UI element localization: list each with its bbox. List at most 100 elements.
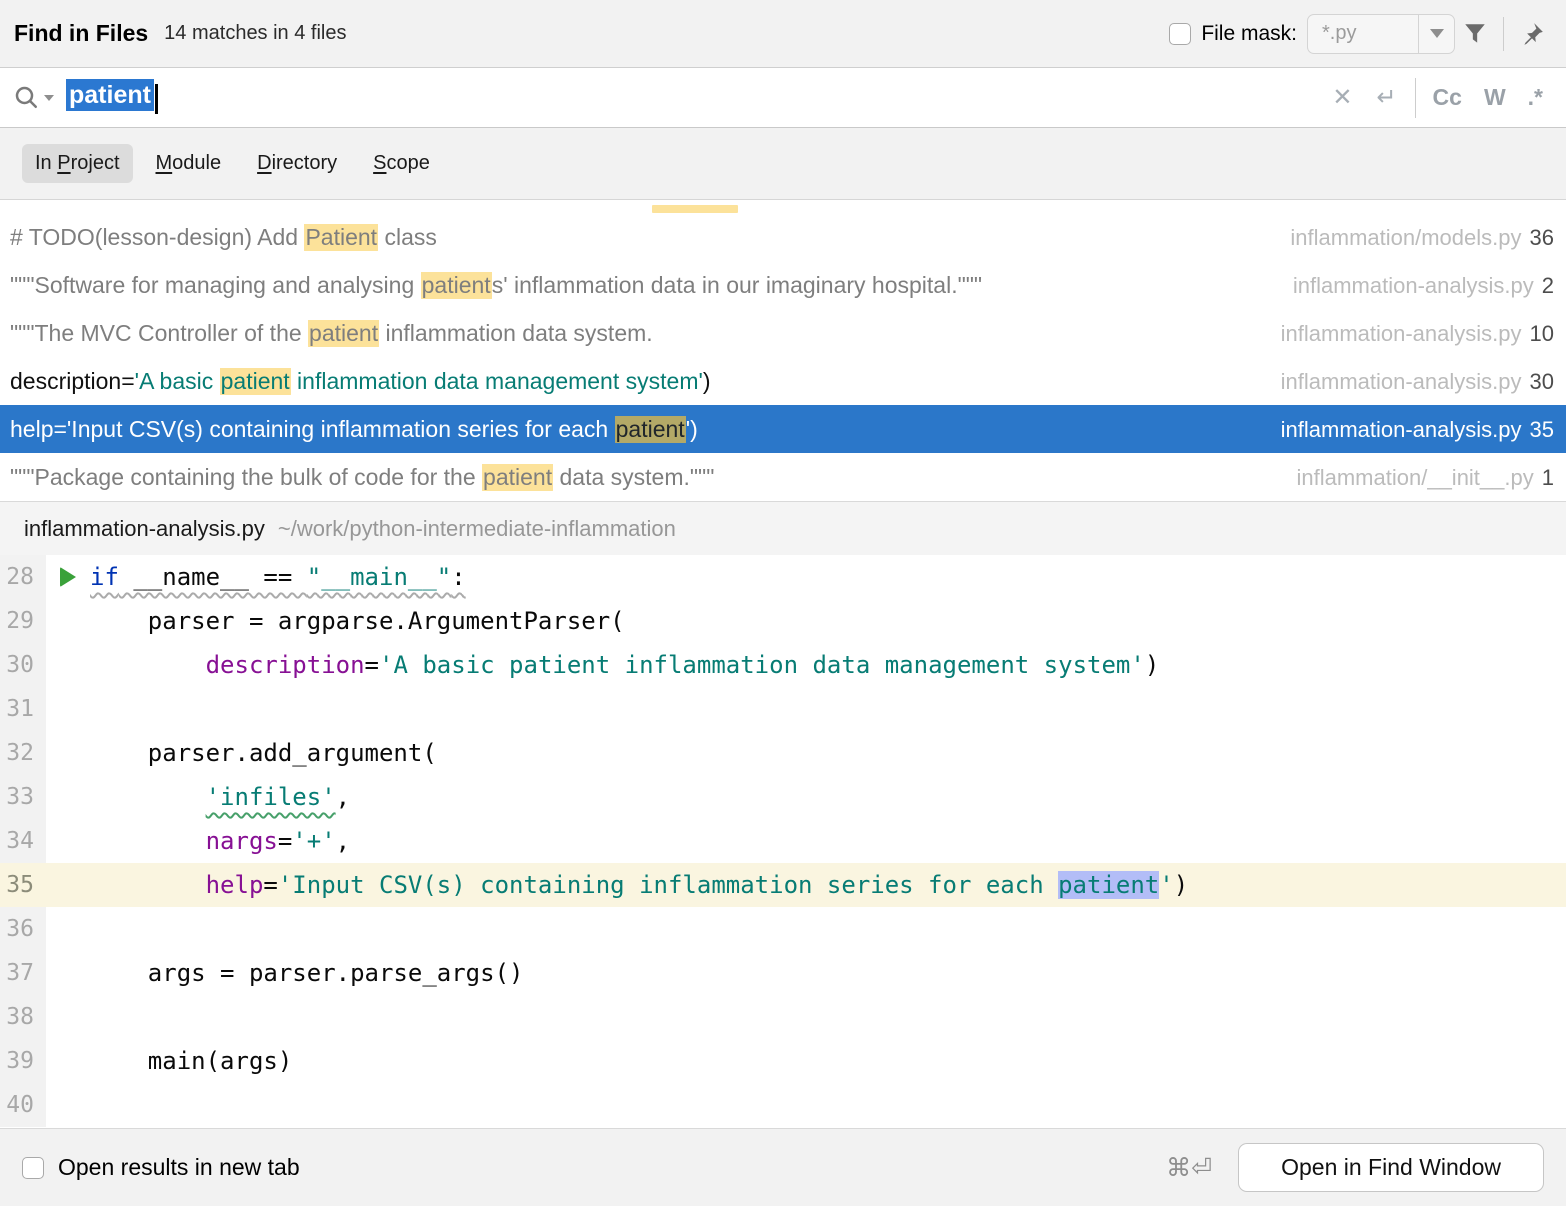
text-segment (90, 651, 206, 679)
code-text: nargs='+', (90, 819, 350, 863)
run-button[interactable] (46, 555, 90, 599)
gutter-spacer (46, 951, 90, 995)
words-toggle[interactable]: W (1473, 84, 1517, 111)
scope-tab-in-project[interactable]: In Project (22, 144, 133, 183)
result-line-number: 36 (1530, 225, 1554, 250)
result-file-name: inflammation-analysis.py (1293, 273, 1534, 298)
editor-line-39[interactable]: 39 main(args) (0, 1039, 1566, 1083)
scope-tab-directory[interactable]: Directory (244, 144, 350, 183)
editor-line-38[interactable]: 38 (0, 995, 1566, 1039)
text-segment: description= (10, 368, 135, 394)
result-file-name: inflammation-analysis.py (1281, 321, 1522, 346)
result-line-number: 35 (1530, 417, 1554, 442)
file-mask-checkbox[interactable] (1169, 23, 1191, 45)
result-line-number: 2 (1542, 273, 1554, 298)
code-text: if __name__ == "__main__": (90, 555, 466, 599)
result-row[interactable]: description='A basic patient inflammatio… (0, 357, 1566, 405)
editor-line-36[interactable]: 36 (0, 907, 1566, 951)
editor-line-29[interactable]: 29 parser = argparse.ArgumentParser( (0, 599, 1566, 643)
open-results-new-tab-checkbox[interactable] (22, 1157, 44, 1179)
text-segment (90, 783, 206, 811)
line-number: 30 (0, 643, 46, 687)
result-row[interactable]: help='Input CSV(s) containing inflammati… (0, 405, 1566, 453)
line-number: 35 (0, 863, 46, 907)
pin-button[interactable] (1512, 14, 1552, 54)
text-segment: inflammation data management system' (291, 368, 703, 394)
search-bar[interactable]: patient ✕ ↵ Cc W .* (0, 68, 1566, 128)
result-row-partial[interactable] (0, 200, 1566, 213)
text-segment: , (336, 827, 350, 855)
result-line-number: 1 (1542, 465, 1554, 490)
result-row[interactable]: # TODO(lesson-design) Add Patient classi… (0, 213, 1566, 261)
match-highlight: patient (1058, 871, 1159, 899)
editor-line-37[interactable]: 37 args = parser.parse_args() (0, 951, 1566, 995)
editor-line-33[interactable]: 33 'infiles', (0, 775, 1566, 819)
result-row[interactable]: """The MVC Controller of the patient inf… (0, 309, 1566, 357)
result-snippet: """Package containing the bulk of code f… (10, 464, 1277, 491)
match-highlight: patient (421, 272, 492, 299)
text-segment: ' (1159, 871, 1173, 899)
open-in-find-window-button[interactable]: Open in Find Window (1238, 1143, 1544, 1192)
result-file-info: inflammation-analysis.py30 (1281, 368, 1554, 395)
result-row[interactable]: """Package containing the bulk of code f… (0, 453, 1566, 501)
editor-line-28[interactable]: 28if __name__ == "__main__": (0, 555, 1566, 599)
text-segment: parser.add_argument( (90, 739, 437, 767)
line-number: 34 (0, 819, 46, 863)
match-highlight: patient (615, 416, 686, 443)
editor-line-31[interactable]: 31 (0, 687, 1566, 731)
match-case-toggle[interactable]: Cc (1422, 84, 1473, 111)
text-segment: 'A basic patient inflammation data manag… (379, 651, 1145, 679)
search-history-button[interactable] (12, 83, 54, 113)
file-mask-dropdown-button[interactable] (1418, 15, 1454, 53)
result-file-info: inflammation-analysis.py 35 (1281, 416, 1554, 443)
editor-line-40[interactable]: 40 (0, 1083, 1566, 1127)
code-preview-editor[interactable]: 28if __name__ == "__main__":29 parser = … (0, 555, 1566, 1128)
scope-tabs: In Project ModuleDirectory Scope (0, 128, 1566, 200)
line-number: 40 (0, 1083, 46, 1127)
scope-tab-scope[interactable]: Scope (360, 144, 443, 183)
code-text: main(args) (90, 1039, 292, 1083)
text-segment: args = parser.parse_args() (90, 959, 523, 987)
result-row[interactable]: """Software for managing and analysing p… (0, 261, 1566, 309)
text-segment: 'infiles' (206, 783, 336, 811)
regex-toggle[interactable]: .* (1517, 84, 1554, 111)
result-line-number: 10 (1530, 321, 1554, 346)
search-input[interactable]: patient (66, 81, 158, 114)
editor-line-30[interactable]: 30 description='A basic patient inflamma… (0, 643, 1566, 687)
text-segment: , (336, 783, 350, 811)
code-text: parser.add_argument( (90, 731, 437, 775)
text-segment: class (378, 224, 437, 250)
result-snippet: description='A basic patient inflammatio… (10, 368, 1261, 395)
result-file-info: inflammation-analysis.py 10 (1281, 320, 1554, 347)
result-file-name: inflammation-analysis.py (1281, 369, 1522, 394)
clear-search-button[interactable]: ✕ (1320, 83, 1364, 112)
insert-newline-button[interactable]: ↵ (1364, 83, 1408, 112)
match-highlight: patient (482, 464, 553, 491)
text-segment: description (206, 651, 365, 679)
editor-line-34[interactable]: 34 nargs='+', (0, 819, 1566, 863)
editor-line-32[interactable]: 32 parser.add_argument( (0, 731, 1566, 775)
text-segment: ) (1145, 651, 1159, 679)
text-segment: 'Input CSV(s) containing inflammation se… (278, 871, 1058, 899)
line-number: 31 (0, 687, 46, 731)
result-file-name: inflammation-analysis.py (1281, 417, 1522, 442)
line-number: 33 (0, 775, 46, 819)
text-segment: ) (703, 368, 711, 394)
text-segment (90, 871, 206, 899)
match-summary: 14 matches in 4 files (164, 22, 346, 45)
text-segment: data system.""" (553, 464, 714, 490)
editor-line-35[interactable]: 35 help='Input CSV(s) containing inflamm… (0, 863, 1566, 907)
line-number: 36 (0, 907, 46, 951)
file-mask-combo[interactable]: *.py (1307, 14, 1455, 54)
pin-icon (1519, 21, 1545, 47)
text-segment: """Package containing the bulk of code f… (10, 464, 482, 490)
text-segment: # TODO(lesson-design) Add (10, 224, 304, 250)
match-highlight-fragment (652, 205, 738, 213)
result-file-info: inflammation/__init__.py1 (1297, 464, 1555, 491)
chevron-down-icon (44, 95, 54, 101)
header-divider (1503, 17, 1504, 51)
scope-tab-module[interactable]: Module (143, 144, 235, 183)
text-segment: = (278, 827, 292, 855)
filter-button[interactable] (1455, 14, 1495, 54)
gutter-spacer (46, 1039, 90, 1083)
